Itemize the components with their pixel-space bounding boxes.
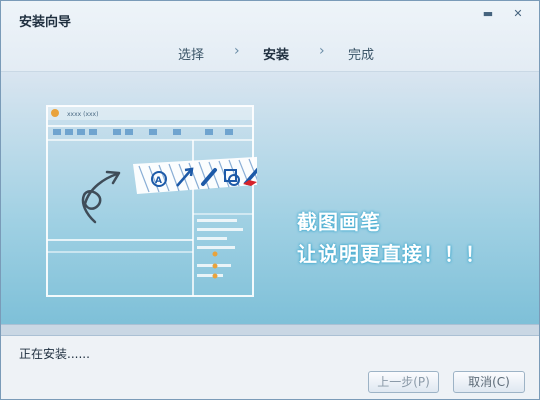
banner-area: xxxx (xxx) A 截图画笔 让说明更直接！！！ [1, 72, 539, 324]
installer-window: 安装向导 ▬ ✕ 选择 › 安装 › 完成 xxxx (xxx) A 截图画笔 … [0, 0, 540, 400]
footer-bar: 正在安装...... 上一步(P) 取消(C) [1, 336, 539, 399]
step-install: 安装 [263, 48, 290, 63]
step-separator-icon: › [234, 43, 240, 59]
close-icon[interactable]: ✕ [509, 7, 527, 21]
minimize-icon[interactable]: ▬ [479, 7, 497, 21]
screenshot-pen-illustration: xxxx (xxx) A [46, 105, 257, 297]
cancel-button[interactable]: 取消(C) [453, 371, 525, 393]
install-progress-bar [1, 324, 539, 336]
title-bar: 安装向导 ▬ ✕ 选择 › 安装 › 完成 [1, 1, 539, 72]
window-title: 安装向导 [19, 15, 72, 30]
step-separator-icon: › [319, 43, 325, 59]
svg-text:A: A [155, 176, 162, 186]
step-indicator: 选择 › 安装 › 完成 [1, 43, 539, 64]
banner-headline: 截图画笔 [297, 210, 381, 234]
step-select: 选择 [178, 48, 205, 63]
banner-tagline: 让说明更直接！！！ [297, 242, 486, 266]
back-button[interactable]: 上一步(P) [368, 371, 439, 393]
step-finish: 完成 [348, 48, 375, 63]
status-text: 正在安装...... [19, 347, 90, 361]
mock-window-title: xxxx (xxx) [67, 111, 98, 118]
